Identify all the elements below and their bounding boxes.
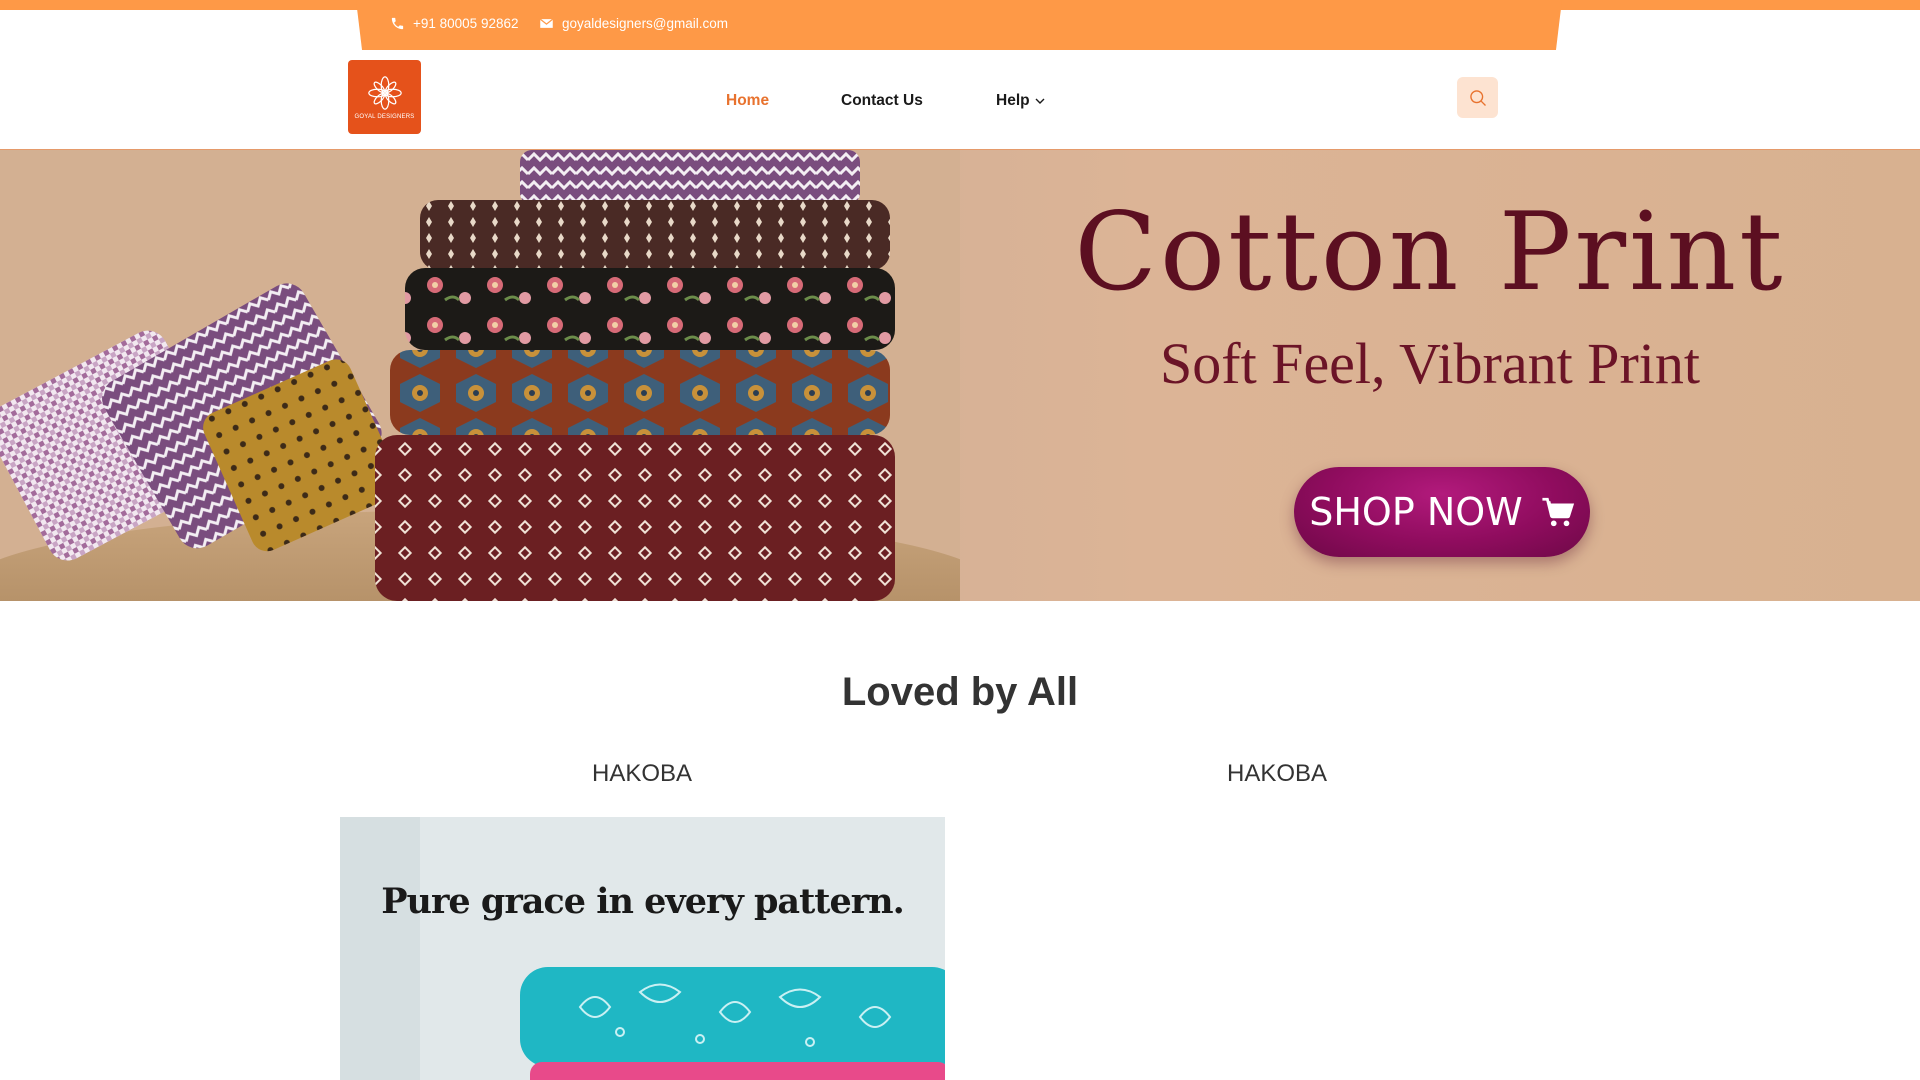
chevron-down-icon	[1035, 98, 1045, 104]
product-caption: Pure grace in every pattern.	[381, 881, 905, 922]
site-header: GOYAL DESIGNERS	[0, 50, 1920, 150]
section-title: Loved by All	[841, 670, 1079, 714]
logo-text: GOYAL DESIGNERS	[354, 114, 415, 120]
search-button[interactable]	[1457, 77, 1498, 118]
banner-subtitle: Soft Feel, Vibrant Print	[1160, 331, 1700, 396]
product-card[interactable]: Pure grace in every pattern.	[340, 817, 945, 1080]
fabric-stack-image	[0, 150, 960, 601]
nav-help[interactable]: Help	[996, 92, 1046, 110]
fabric-image	[340, 817, 945, 1080]
phone-icon	[391, 17, 404, 30]
lotus-logo-icon	[367, 76, 402, 110]
nav-home[interactable]: Home	[726, 92, 769, 110]
hero-banner[interactable]: Cotton Print Soft Feel, Vibrant Print SH…	[0, 150, 1920, 601]
envelope-icon	[539, 18, 554, 28]
shop-now-label: SHOP NOW	[1309, 490, 1523, 534]
contact-email[interactable]: goyaldesigners@gmail.com	[539, 16, 728, 31]
site-logo[interactable]: GOYAL DESIGNERS	[348, 60, 421, 134]
nav-help-label: Help	[996, 92, 1030, 109]
search-icon	[1469, 89, 1486, 106]
category-label[interactable]: HAKOBA	[1127, 760, 1427, 788]
category-label[interactable]: HAKOBA	[492, 760, 792, 788]
nav-contact-us[interactable]: Contact Us	[841, 92, 923, 110]
phone-number: +91 80005 92862	[413, 16, 519, 31]
contact-phone[interactable]: +91 80005 92862	[390, 16, 518, 31]
shop-now-button[interactable]: SHOP NOW	[1294, 467, 1590, 557]
banner-title: Cotton Print	[1074, 190, 1786, 315]
email-address: goyaldesigners@gmail.com	[562, 16, 729, 31]
cart-icon	[1542, 497, 1574, 527]
contact-bar	[356, 0, 1562, 50]
